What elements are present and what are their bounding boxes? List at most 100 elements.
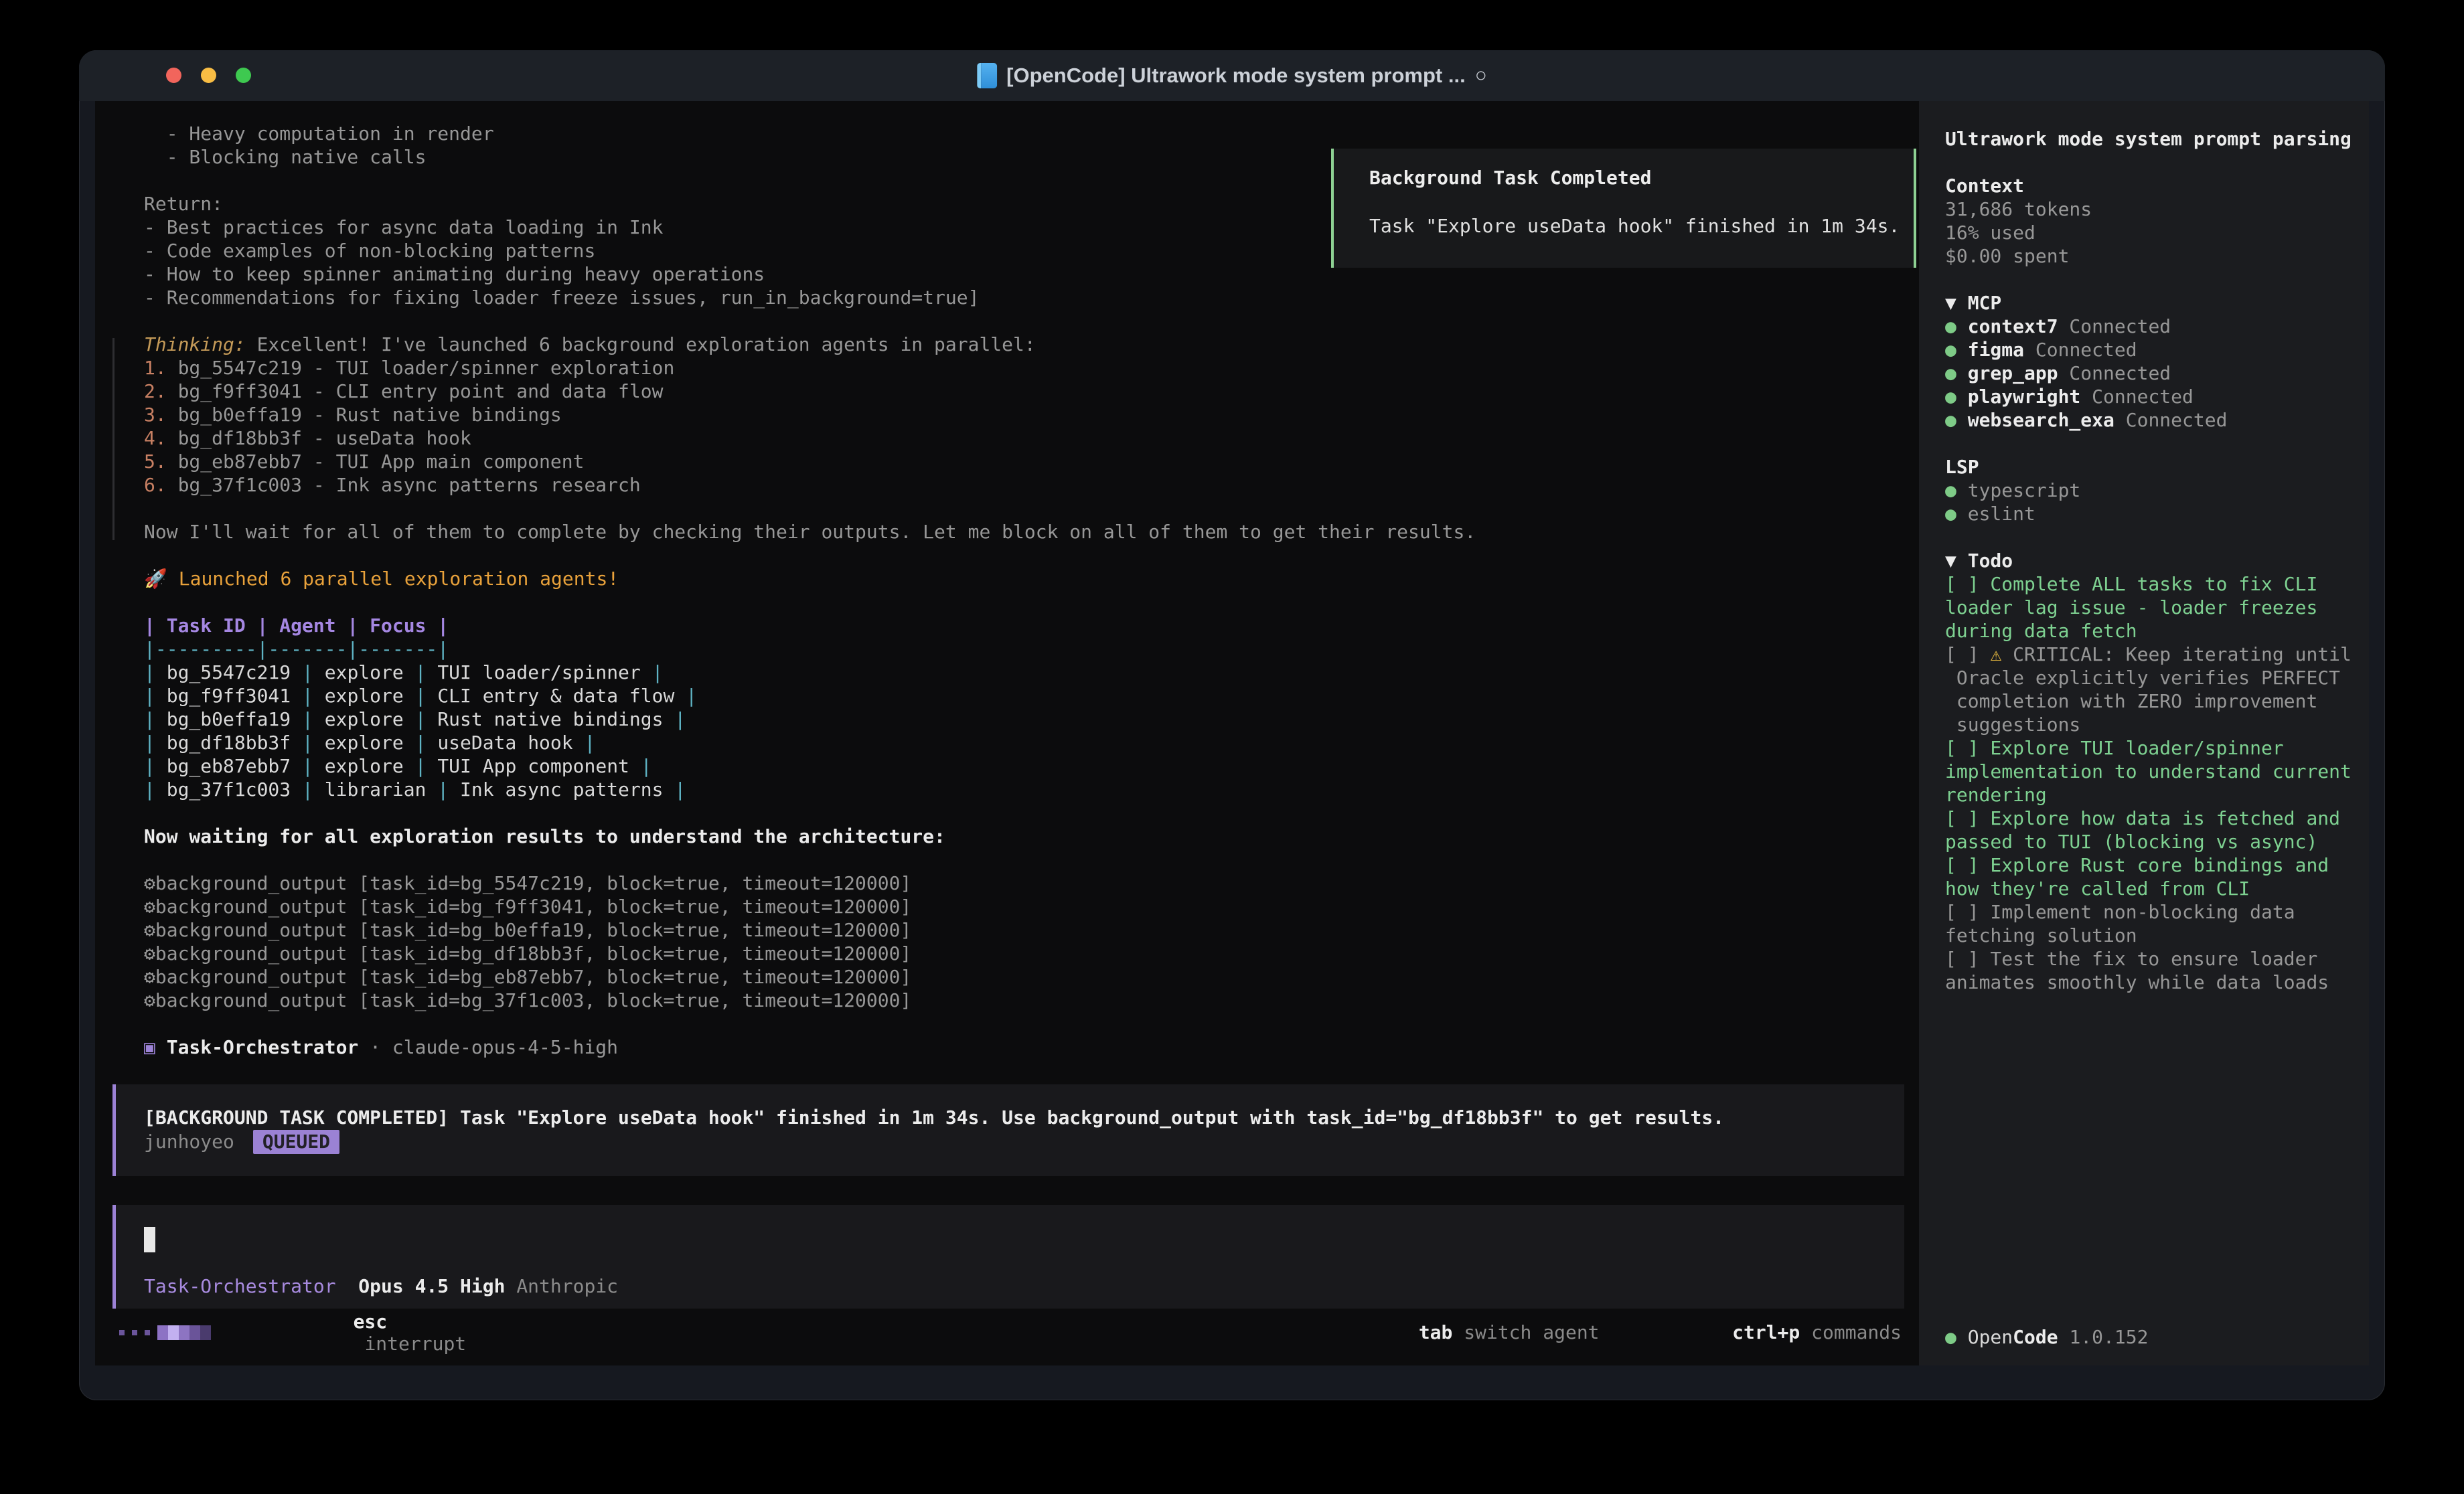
sidebar-line: [ ] Complete ALL tasks to fix CLI [1945, 572, 2352, 596]
terminal-line: | bg_f9ff3041 | explore | CLI entry & da… [144, 684, 1476, 708]
status-dot-icon: ● [1945, 1326, 1968, 1348]
terminal-line: 2. bg_f9ff3041 - CLI entry point and dat… [144, 380, 1476, 403]
esc-key-action [354, 1333, 365, 1355]
sidebar-line: fetching solution [1945, 924, 2352, 947]
terminal-line: Thinking: Excellent! I've launched 6 bac… [144, 333, 1476, 356]
sidebar-line [1945, 525, 2352, 549]
sidebar-line: ● figma Connected [1945, 338, 2352, 361]
sidebar-line: animates smoothly while data loads [1945, 971, 2352, 994]
window-title-text: [OpenCode] Ultrawork mode system prompt … [1006, 64, 1466, 88]
sidebar-line: [ ] Test the fix to ensure loader [1945, 947, 2352, 971]
spinner-dot [145, 1330, 150, 1335]
terminal-line [144, 309, 1476, 333]
terminal-line: - How to keep spinner animating during h… [144, 262, 1476, 286]
sidebar-line: ● grep_app Connected [1945, 361, 2352, 385]
sidebar-line: LSP [1945, 455, 2352, 479]
app-version-footer: ● OpenCode 1.0.152 [1945, 1325, 2148, 1349]
terminal-main-panel: - Heavy computation in render - Blocking… [95, 101, 1919, 1365]
sidebar-line: Oracle explicitly verifies PERFECT [1945, 666, 2352, 689]
terminal-line [144, 169, 1476, 192]
toast-body: Task "Explore useData hook" finished in … [1369, 214, 1914, 238]
esc-key-hint[interactable]: esc [354, 1311, 388, 1333]
tab-key-hint[interactable]: tab [1419, 1321, 1453, 1343]
queued-badge: QUEUED [253, 1130, 339, 1154]
sidebar-line: implementation to understand current [1945, 760, 2352, 783]
terminal-line: - Best practices for async data loading … [144, 216, 1476, 239]
app-window: [OpenCode] Ultrawork mode system prompt … [79, 50, 2385, 1400]
sidebar-line [1945, 268, 2352, 291]
app-name-bold: Code [2013, 1326, 2058, 1348]
terminal-line: - Recommendations for fixing loader free… [144, 286, 1476, 309]
queued-message-block: [BACKGROUND TASK COMPLETED] Task "Explor… [112, 1084, 1904, 1176]
terminal-line [144, 544, 1476, 567]
terminal-line: Now I'll wait for all of them to complet… [144, 520, 1476, 544]
window-title: [OpenCode] Ultrawork mode system prompt … [977, 50, 1487, 101]
queued-message-text: [BACKGROUND TASK COMPLETED] Task "Explor… [144, 1106, 1904, 1130]
sidebar-content: Ultrawork mode system prompt parsing Con… [1945, 127, 2352, 994]
spinner-dot [132, 1330, 137, 1335]
message-sender: junhoyeo [144, 1131, 234, 1153]
spinner-cell [179, 1325, 189, 1340]
terminal-output: - Heavy computation in render - Blocking… [144, 122, 1476, 1059]
terminal-line: ⚙background_output [task_id=bg_eb87ebb7,… [144, 965, 1476, 989]
sidebar-line: how they're called from CLI [1945, 877, 2352, 900]
spinner-cell [157, 1325, 168, 1340]
sidebar-line: $0.00 spent [1945, 244, 2352, 268]
sidebar-line: ▼ Todo [1945, 549, 2352, 572]
sidebar-line: 31,686 tokens [1945, 197, 2352, 221]
zoom-button[interactable] [236, 68, 251, 83]
toast-title: Background Task Completed [1369, 166, 1914, 190]
terminal-line: |---------|-------|-------| [144, 637, 1476, 661]
minimize-button[interactable] [201, 68, 216, 83]
terminal-line: ⚙background_output [task_id=bg_b0effa19,… [144, 918, 1476, 942]
sidebar-line: suggestions [1945, 713, 2352, 736]
spinner-cell [200, 1325, 211, 1340]
sidebar-line [1945, 151, 2352, 174]
sidebar-line: ● playwright Connected [1945, 385, 2352, 408]
terminal-line: 4. bg_df18bb3f - useData hook [144, 426, 1476, 450]
terminal-line [144, 848, 1476, 872]
session-sidebar: Ultrawork mode system prompt parsing Con… [1919, 101, 2369, 1365]
terminal-line [144, 801, 1476, 825]
terminal-line: ▣ Task-Orchestrator · claude-opus-4-5-hi… [144, 1035, 1476, 1059]
close-button[interactable] [166, 68, 181, 83]
sidebar-line: ● context7 Connected [1945, 315, 2352, 338]
terminal-line: 3. bg_b0effa19 - Rust native bindings [144, 403, 1476, 426]
loading-circle-icon: ○ [1475, 64, 1487, 87]
terminal-line: | bg_37f1c003 | librarian | Ink async pa… [144, 778, 1476, 801]
terminal-line: 1. bg_5547c219 - TUI loader/spinner expl… [144, 356, 1476, 380]
terminal-line: Return: [144, 192, 1476, 216]
document-icon [977, 63, 997, 88]
text-cursor [144, 1227, 155, 1252]
sidebar-line: during data fetch [1945, 619, 2352, 643]
terminal-line: | bg_eb87ebb7 | explore | TUI App compon… [144, 754, 1476, 778]
sidebar-line: ▼ MCP [1945, 291, 2352, 315]
progress-spinner [119, 1325, 211, 1340]
terminal-line: 5. bg_eb87ebb7 - TUI App main component [144, 450, 1476, 473]
terminal-line: - Blocking native calls [144, 145, 1476, 169]
terminal-line: ⚙background_output [task_id=bg_f9ff3041,… [144, 895, 1476, 918]
terminal-line: ⚙background_output [task_id=bg_5547c219,… [144, 872, 1476, 895]
terminal-line: | bg_5547c219 | explore | TUI loader/spi… [144, 661, 1476, 684]
sidebar-line: ● typescript [1945, 479, 2352, 502]
terminal-line [144, 497, 1476, 520]
ctrlp-key-action: commands [1800, 1321, 1902, 1343]
terminal-line: ⚙background_output [task_id=bg_df18bb3f,… [144, 942, 1476, 965]
spinner-cell [189, 1325, 200, 1340]
terminal-line: - Heavy computation in render [144, 122, 1476, 145]
terminal-line [144, 590, 1476, 614]
ctrlp-key-hint[interactable]: ctrl+p [1732, 1321, 1800, 1343]
title-bar: [OpenCode] Ultrawork mode system prompt … [79, 50, 2385, 101]
sidebar-line: Context [1945, 174, 2352, 197]
sidebar-line: [ ] Explore Rust core bindings and [1945, 853, 2352, 877]
sidebar-line: rendering [1945, 783, 2352, 807]
terminal-line: | bg_b0effa19 | explore | Rust native bi… [144, 708, 1476, 731]
sidebar-line: [ ] Explore how data is fetched and [1945, 807, 2352, 830]
app-name-regular: Open [1968, 1326, 2013, 1348]
sidebar-line: 16% used [1945, 221, 2352, 244]
sidebar-line: loader lag issue - loader freezes [1945, 596, 2352, 619]
status-bar: esc interrupt tab switch agent ctrl+p co… [119, 1321, 1902, 1344]
spinner-cell [168, 1325, 179, 1340]
sidebar-line: ● eslint [1945, 502, 2352, 525]
sidebar-line: completion with ZERO improvement [1945, 689, 2352, 713]
